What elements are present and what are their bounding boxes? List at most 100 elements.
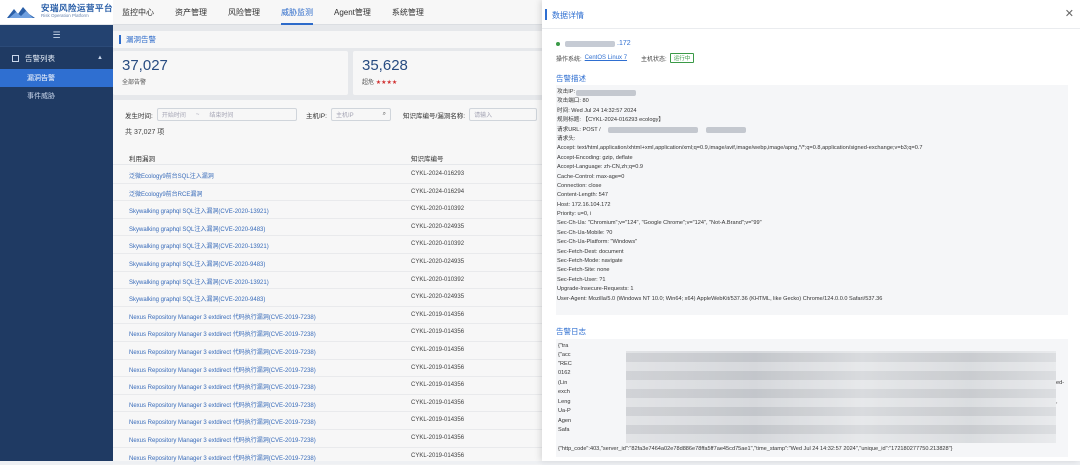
kb-id-cell: CYKL-2019-014356	[411, 382, 464, 388]
table-row[interactable]: Skywalking graphql SQL注入漏洞(CVE-2020-1392…	[113, 272, 542, 290]
host-ip-input[interactable]: 主机IP ⌕	[331, 108, 391, 121]
rule-search-input[interactable]: 请输入	[469, 108, 537, 121]
desc-line: Cache-Control: max-age=0	[557, 173, 1067, 182]
nav-threat[interactable]: 威胁监测	[281, 0, 313, 25]
table-row[interactable]: Nexus Repository Manager 3 extdirect 代码执…	[113, 430, 542, 448]
sidebar-group-label: 告警列表	[25, 53, 55, 64]
exploit-name-link[interactable]: Skywalking graphql SQL注入漏洞(CVE-2020-9483…	[129, 224, 265, 233]
desc-line: Sec-Ch-Ua: "Chromium";v="124", "Google C…	[557, 219, 1067, 228]
table-row[interactable]: 泛微Ecology9前台SQL注入漏洞 CYKL-2024-016293	[113, 166, 542, 184]
desc-line: Sec-Fetch-Mode: navigate	[557, 257, 1067, 266]
table-row[interactable]: Nexus Repository Manager 3 extdirect 代码执…	[113, 342, 542, 360]
os-value[interactable]: CentOS Linux 7	[585, 55, 627, 61]
desc-line: Sec-Ch-Ua-Mobile: ?0	[557, 229, 1067, 238]
desc-line: Sec-Ch-Ua-Platform: "Windows"	[557, 238, 1067, 247]
table-row[interactable]: Nexus Repository Manager 3 extdirect 代码执…	[113, 377, 542, 395]
alert-log: {"http_code":403,"server_id":"82fa3e7464…	[556, 339, 1068, 457]
nav-system[interactable]: 系统管理	[392, 0, 424, 25]
log-fragment: Safa	[558, 427, 570, 433]
sidebar-group-alerts[interactable]: 告警列表 ▲	[0, 47, 113, 69]
search-icon[interactable]: ⌕	[383, 111, 386, 118]
exploit-name-link[interactable]: Skywalking graphql SQL注入漏洞(CVE-2020-9483…	[129, 294, 265, 303]
desc-line: Accept: text/html,application/xhtml+xml,…	[557, 144, 1067, 153]
kb-id-cell: CYKL-2020-024935	[411, 294, 464, 300]
kb-id-cell: CYKL-2020-024935	[411, 224, 464, 230]
stat-value: 37,027	[122, 57, 339, 74]
exploit-name-link[interactable]: Nexus Repository Manager 3 extdirect 代码执…	[129, 329, 316, 338]
table-row[interactable]: Skywalking graphql SQL注入漏洞(CVE-2020-9483…	[113, 289, 542, 307]
desc-section-title: 告警描述	[556, 73, 586, 84]
desc-line: Accept-Language: zh-CN,zh;q=0.9	[557, 163, 1067, 172]
exploit-name-link[interactable]: Skywalking graphql SQL注入漏洞(CVE-2020-1392…	[129, 241, 269, 250]
kb-id-cell: CYKL-2019-014356	[411, 435, 464, 441]
table-row[interactable]: Nexus Repository Manager 3 extdirect 代码执…	[113, 360, 542, 378]
alert-list-panel: 发生时间: 开始时间 ~ 结束时间 主机IP: 主机IP ⌕ 知识库编号/漏洞名…	[113, 100, 542, 461]
start-date-placeholder: 开始时间	[162, 110, 186, 119]
log-fragment: Leng	[558, 399, 570, 405]
column-kb-id[interactable]: 知识库编号	[411, 153, 444, 163]
log-fragment: Ua-P	[558, 408, 571, 414]
desc-line: Accept-Encoding: gzip, deflate	[557, 154, 1067, 163]
close-icon[interactable]: ✕	[1065, 7, 1074, 20]
nav-monitor[interactable]: 监控中心	[122, 0, 154, 25]
sidebar-item-event-threats[interactable]: 事件威胁	[0, 87, 113, 105]
table-row[interactable]: Nexus Repository Manager 3 extdirect 代码执…	[113, 412, 542, 430]
range-separator: ~	[196, 112, 200, 118]
status-badge: 运行中	[670, 53, 695, 63]
exploit-name-link[interactable]: Skywalking graphql SQL注入漏洞(CVE-2020-1392…	[129, 277, 269, 286]
sidebar-item-vuln-alerts[interactable]: 漏洞告警	[0, 69, 113, 87]
redaction-mark	[706, 127, 746, 133]
drawer-title: 数据详情	[552, 10, 584, 21]
stat-card-total[interactable]: 37,027 全部告警	[113, 51, 348, 95]
exploit-name-link[interactable]: 泛微Ecology9前台RCE漏洞	[129, 189, 202, 198]
list-icon	[12, 55, 19, 62]
exploit-name-link[interactable]: Nexus Repository Manager 3 extdirect 代码执…	[129, 347, 316, 356]
exploit-name-link[interactable]: Nexus Repository Manager 3 extdirect 代码执…	[129, 365, 316, 374]
exploit-name-link[interactable]: Nexus Repository Manager 3 extdirect 代码执…	[129, 417, 316, 426]
table-row[interactable]: 泛微Ecology9前台RCE漏洞CYKL-2024-016294	[113, 184, 542, 202]
date-range-picker[interactable]: 开始时间 ~ 结束时间	[157, 108, 297, 121]
table-header: 利用漏洞 知识库编号	[113, 148, 542, 165]
nav-assets[interactable]: 资产管理	[175, 0, 207, 25]
table-row[interactable]: Skywalking graphql SQL注入漏洞(CVE-2020-1392…	[113, 236, 542, 254]
brand-logo[interactable]: 安瑞风险运营平台 Risk Operation Platform	[6, 4, 113, 20]
menu-icon[interactable]: ☰	[0, 25, 113, 47]
column-exploit[interactable]: 利用漏洞	[129, 153, 155, 163]
desc-line: Sec-Fetch-User: ?1	[557, 276, 1067, 285]
result-count: 共 37,027 项	[125, 127, 164, 137]
desc-line: Sec-Fetch-Site: none	[557, 266, 1067, 275]
time-filter: 发生时间: 开始时间 ~ 结束时间	[125, 106, 297, 123]
accent-bar	[119, 35, 121, 44]
nav-agent[interactable]: Agent管理	[334, 0, 371, 25]
table-row[interactable]: Skywalking graphql SQL注入漏洞(CVE-2020-1392…	[113, 201, 542, 219]
nav-risk[interactable]: 风险管理	[228, 0, 260, 25]
exploit-name-link[interactable]: Nexus Repository Manager 3 extdirect 代码执…	[129, 382, 316, 391]
logo-icon	[6, 5, 36, 20]
accent-bar	[545, 9, 547, 20]
exploit-name-link[interactable]: 泛微Ecology9前台SQL注入漏洞	[129, 171, 214, 180]
exploit-name-link[interactable]: Nexus Repository Manager 3 extdirect 代码执…	[129, 312, 316, 321]
end-date-placeholder: 结束时间	[209, 110, 233, 119]
desc-line: 请求头:	[557, 135, 1067, 144]
table-row[interactable]: Nexus Repository Manager 3 extdirect 代码执…	[113, 324, 542, 342]
kb-id-cell: CYKL-2024-016293	[411, 171, 464, 177]
table-row[interactable]: Nexus Repository Manager 3 extdirect 代码执…	[113, 395, 542, 413]
alert-description: 攻击IP:攻击端口: 80时间: Wed Jul 24 14:32:57 202…	[556, 85, 1068, 315]
host-filter-label: 主机IP:	[306, 110, 327, 120]
exploit-name-link[interactable]: Nexus Repository Manager 3 extdirect 代码执…	[129, 453, 316, 462]
drawer-header: 数据详情 ✕	[542, 0, 1080, 29]
app-subtitle: Risk Operation Platform	[41, 12, 113, 20]
host-ip[interactable]: .172	[556, 40, 631, 47]
exploit-name-link[interactable]: Skywalking graphql SQL注入漏洞(CVE-2020-9483…	[129, 259, 265, 268]
desc-line: User-Agent: Mozilla/5.0 (Windows NT 10.0…	[557, 295, 1067, 304]
exploit-name-link[interactable]: Nexus Repository Manager 3 extdirect 代码执…	[129, 400, 316, 409]
table-row[interactable]: Nexus Repository Manager 3 extdirect 代码执…	[113, 448, 542, 465]
main-nav: 监控中心 资产管理 风险管理 威胁监测 Agent管理 系统管理	[122, 0, 445, 25]
redaction-mark	[608, 127, 698, 133]
exploit-name-link[interactable]: Skywalking graphql SQL注入漏洞(CVE-2020-1392…	[129, 206, 269, 215]
table-row[interactable]: Skywalking graphql SQL注入漏洞(CVE-2020-9483…	[113, 254, 542, 272]
table-row[interactable]: Nexus Repository Manager 3 extdirect 代码执…	[113, 307, 542, 325]
exploit-name-link[interactable]: Nexus Repository Manager 3 extdirect 代码执…	[129, 435, 316, 444]
rule-filter-label: 知识库编号/漏洞名称:	[403, 110, 465, 120]
table-row[interactable]: Skywalking graphql SQL注入漏洞(CVE-2020-9483…	[113, 219, 542, 237]
